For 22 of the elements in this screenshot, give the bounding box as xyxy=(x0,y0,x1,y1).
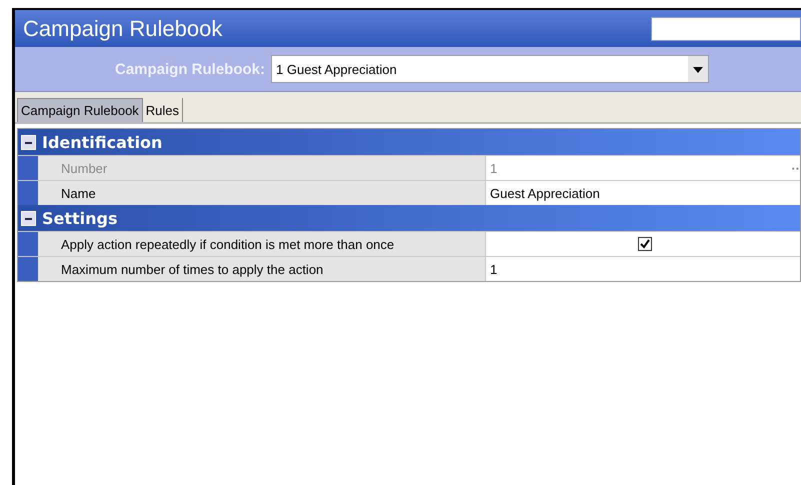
property-value[interactable]: 1 xyxy=(490,262,498,276)
checkbox[interactable] xyxy=(638,237,652,251)
selector-label: Campaign Rulebook: xyxy=(115,60,266,78)
tab[interactable]: Campaign Rulebook xyxy=(17,98,143,122)
property-value[interactable]: Guest Appreciation xyxy=(490,186,600,200)
property-label: Number xyxy=(38,156,486,180)
group-title: Identification xyxy=(42,132,162,152)
caret-icon xyxy=(688,56,708,82)
group-title: Settings xyxy=(42,208,118,228)
row-margin xyxy=(18,181,38,205)
row-margin xyxy=(18,257,38,281)
window-title: Campaign Rulebook xyxy=(23,16,222,42)
collapse-icon[interactable] xyxy=(21,134,36,150)
row-margin xyxy=(18,156,38,180)
property-label: Maximum number of times to apply the action xyxy=(38,257,486,281)
search-field[interactable] xyxy=(651,16,801,40)
property-label: Apply action repeatedly if condition is met more than once xyxy=(38,232,486,256)
row-margin xyxy=(18,232,38,256)
tab[interactable]: Rules xyxy=(142,98,184,122)
rulebook-dropdown[interactable]: 1 Guest Appreciation xyxy=(271,55,710,83)
collapse-icon[interactable] xyxy=(21,210,36,226)
property-label: Name xyxy=(38,181,486,205)
